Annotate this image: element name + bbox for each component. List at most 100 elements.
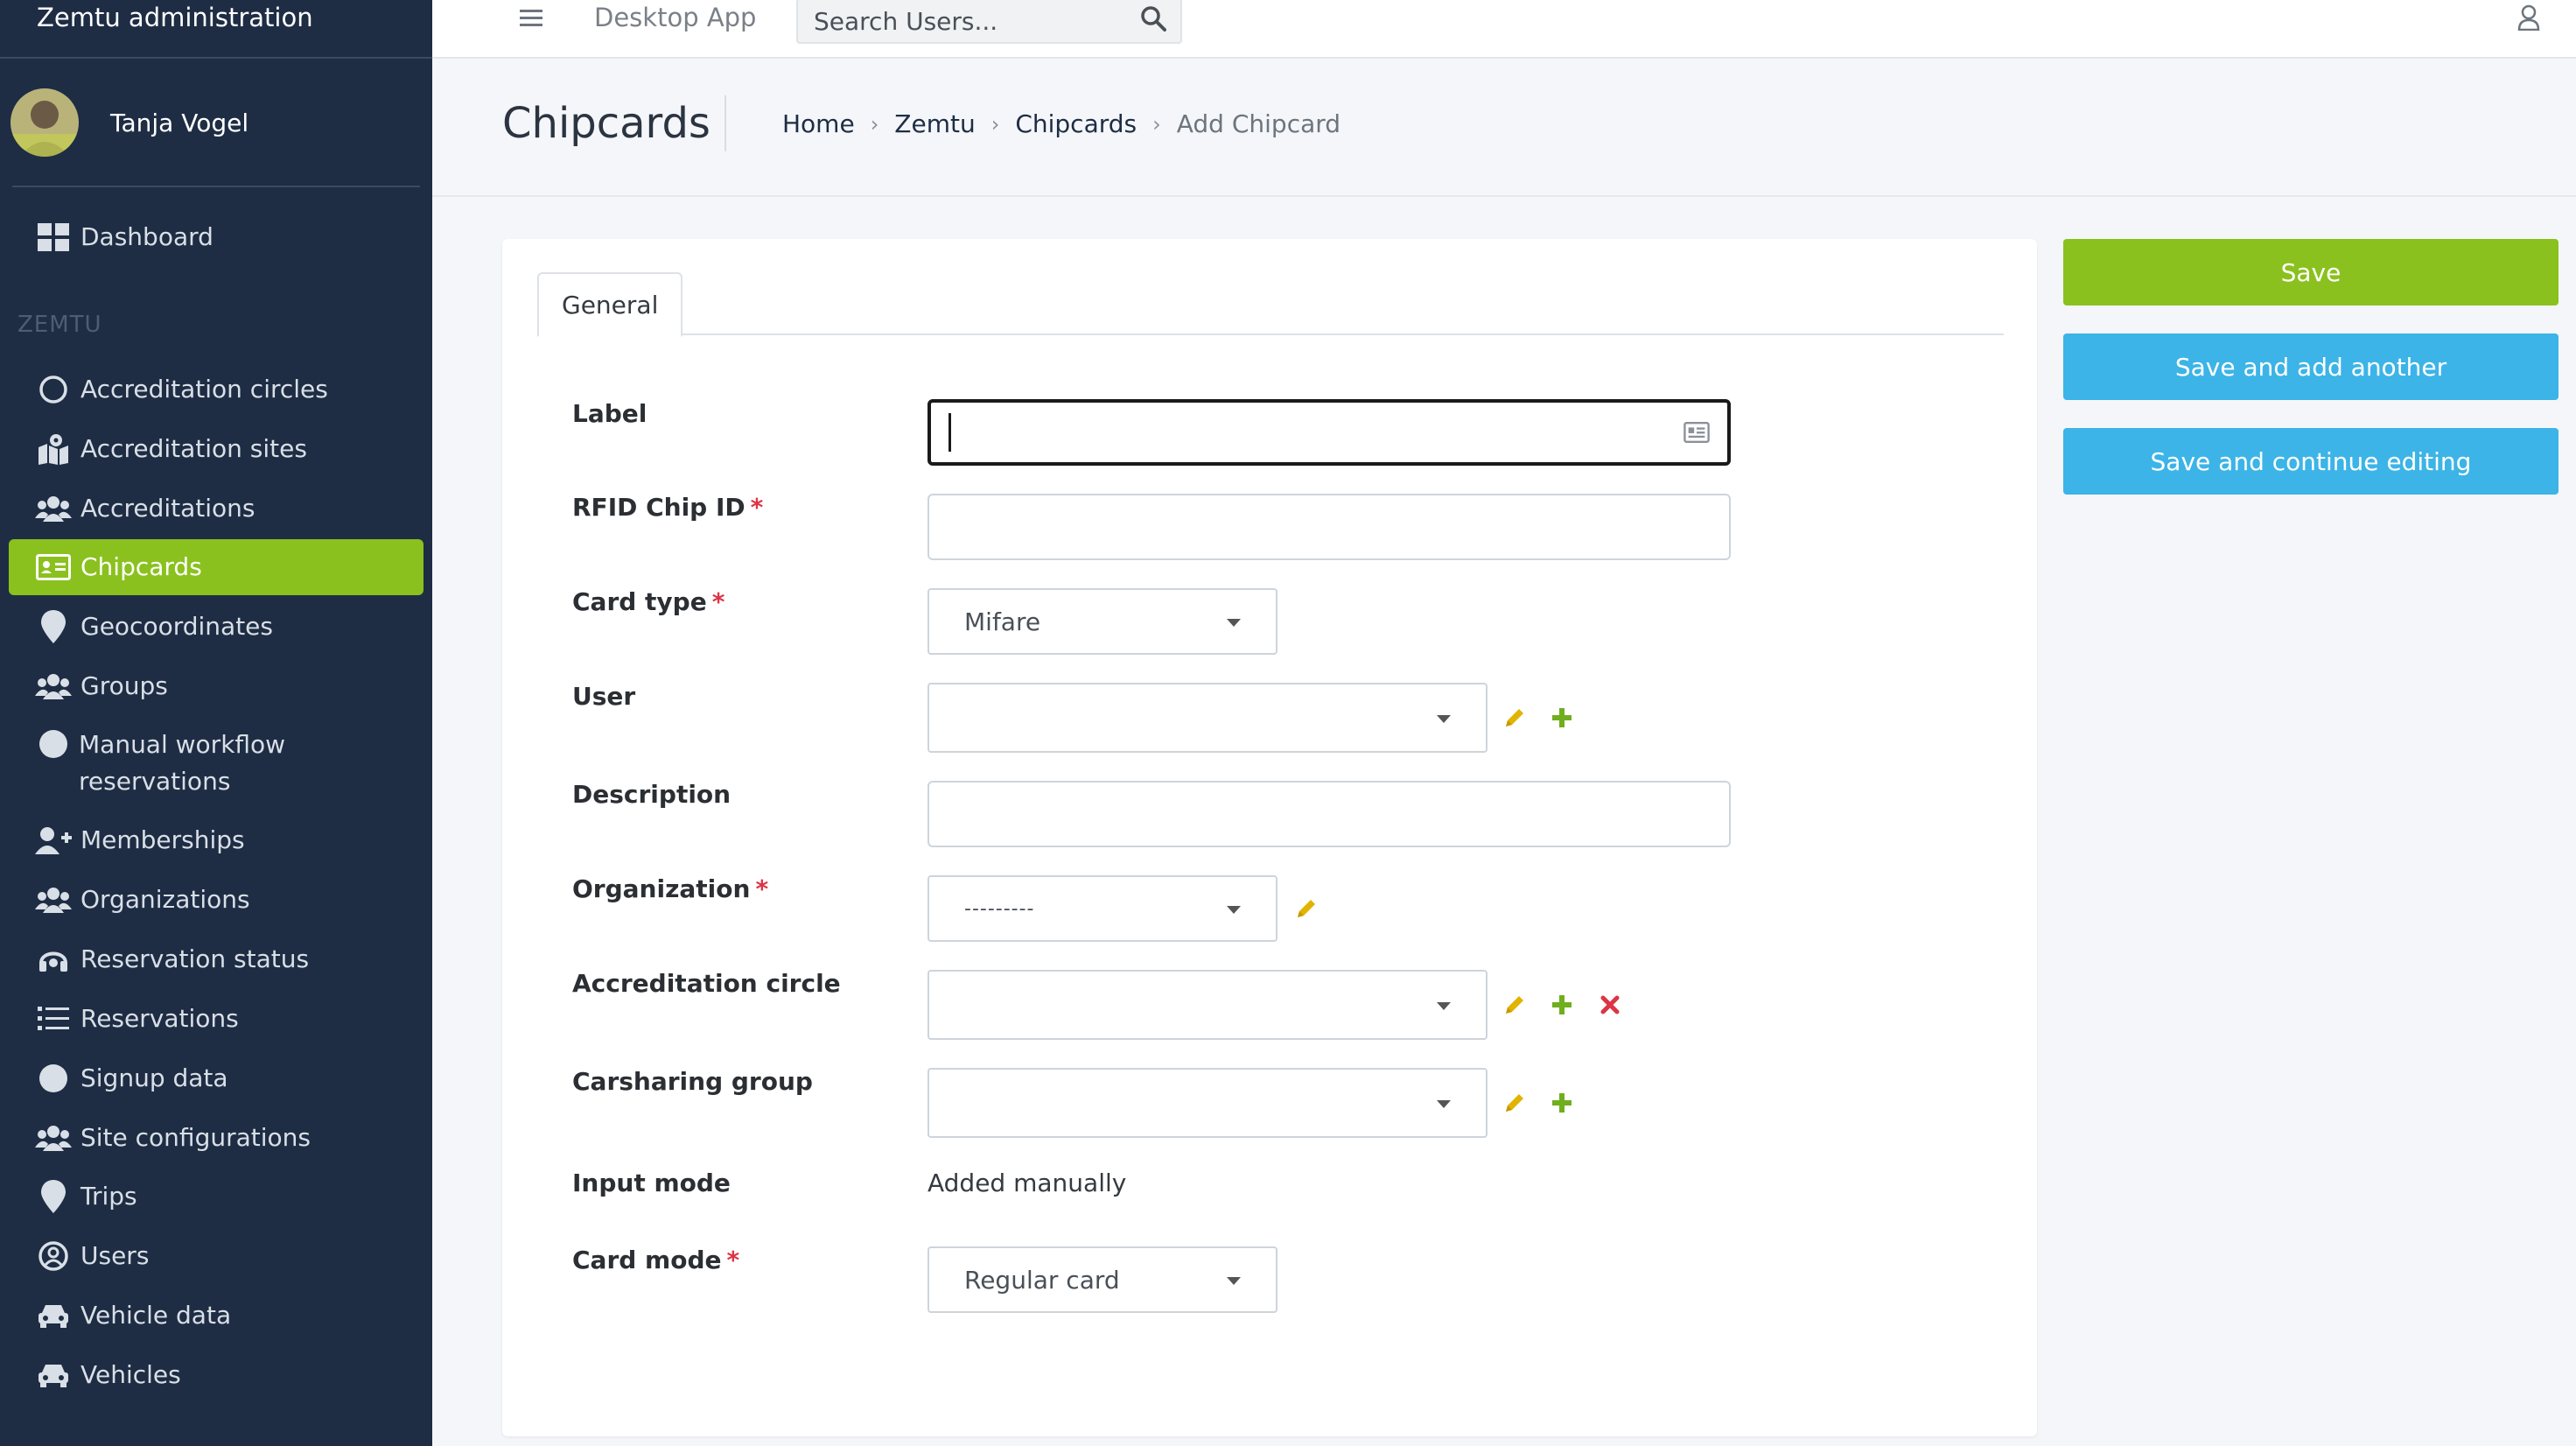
content-header: Chipcards Home › Zemtu › Chipcards › Add… xyxy=(432,60,2576,197)
top-navbar: Desktop App xyxy=(432,0,2576,59)
sidebar-item-label-line2: reservations xyxy=(79,767,231,796)
accreditation-circle-field-label: Accreditation circle xyxy=(572,969,841,998)
search-input[interactable] xyxy=(798,0,1130,42)
chevron-down-icon xyxy=(1227,906,1241,914)
user-menu-button[interactable] xyxy=(2513,4,2544,35)
save-and-continue-editing-button[interactable]: Save and continue editing xyxy=(2063,428,2558,495)
chevron-down-icon xyxy=(1437,1100,1451,1108)
sidebar-item-label: Organizations xyxy=(80,885,250,914)
map-marked-icon xyxy=(35,432,72,467)
card-type-select[interactable]: Mifare xyxy=(928,588,1278,655)
search-icon xyxy=(1140,5,1166,35)
carsharing-group-select[interactable] xyxy=(928,1068,1488,1138)
sidebar-item-reservation-status[interactable]: Reservation status xyxy=(9,931,424,987)
sidebar-item-manual-workflow-reservations[interactable]: Manual workflow reservations xyxy=(9,718,424,800)
avatar[interactable] xyxy=(10,88,79,157)
sidebar-item-vehicles[interactable]: Vehicles xyxy=(9,1347,424,1403)
organization-select[interactable]: --------- xyxy=(928,875,1278,942)
breadcrumb-separator: › xyxy=(870,111,879,137)
breadcrumb-separator: › xyxy=(1152,111,1161,137)
card-mode-value: Regular card xyxy=(964,1265,1120,1295)
sidebar-item-trips[interactable]: Trips xyxy=(9,1169,424,1225)
user-panel[interactable]: Tanja Vogel xyxy=(10,60,420,187)
car-icon xyxy=(35,1298,72,1333)
sidebar-item-label: Vehicle data xyxy=(80,1301,232,1330)
sidebar-item-label: Dashboard xyxy=(80,222,214,251)
organization-field-label: Organization * xyxy=(572,874,769,903)
sidebar-item-label: Accreditations xyxy=(80,494,256,523)
user-circle-icon xyxy=(35,1239,72,1274)
user-select[interactable] xyxy=(928,683,1488,753)
chevron-down-icon xyxy=(1227,1277,1241,1285)
breadcrumb-zemtu[interactable]: Zemtu xyxy=(894,109,975,138)
chevron-down-icon xyxy=(1227,619,1241,627)
users-icon xyxy=(35,669,72,704)
rfid-chip-id-input[interactable] xyxy=(928,494,1731,560)
edit-carsharing-group-pencil-icon[interactable] xyxy=(1502,1090,1528,1116)
add-user-plus-icon[interactable] xyxy=(1549,705,1575,731)
sidebar-item-accreditation-sites[interactable]: Accreditation sites xyxy=(9,421,424,477)
app-title: Zemtu administration xyxy=(37,3,313,32)
sidebar-item-label: Geocoordinates xyxy=(80,612,273,641)
sidebar-item-label: Users xyxy=(80,1241,150,1270)
form-tabs: General xyxy=(537,272,2004,337)
card-type-field-label: Card type * xyxy=(572,587,725,616)
user-plus-icon xyxy=(35,823,72,858)
description-input[interactable] xyxy=(928,781,1731,847)
sidebar-item-signup-data[interactable]: Signup data xyxy=(9,1050,424,1106)
add-accreditation-circle-plus-icon[interactable] xyxy=(1549,992,1575,1018)
sidebar-item-label: Vehicles xyxy=(80,1360,181,1389)
sidebar-item-label: Reservations xyxy=(80,1004,239,1033)
add-carsharing-group-plus-icon[interactable] xyxy=(1549,1090,1575,1116)
sidebar-item-accreditations[interactable]: Accreditations xyxy=(9,481,424,537)
chevron-down-icon xyxy=(1437,715,1451,723)
sidebar-item-reservations[interactable]: Reservations xyxy=(9,991,424,1047)
sidebar-item-vehicle-data[interactable]: Vehicle data xyxy=(9,1288,424,1344)
breadcrumb-chipcards[interactable]: Chipcards xyxy=(1015,109,1137,138)
label-input[interactable] xyxy=(928,399,1731,466)
desktop-app-link[interactable]: Desktop App xyxy=(594,2,756,33)
sidebar-item-label: Site configurations xyxy=(80,1123,311,1152)
user-name[interactable]: Tanja Vogel xyxy=(110,109,248,137)
sidebar-item-organizations[interactable]: Organizations xyxy=(9,872,424,928)
sidebar-item-geocoordinates[interactable]: Geocoordinates xyxy=(9,599,424,655)
sidebar-item-dashboard[interactable]: Dashboard xyxy=(9,209,424,265)
page-title: Chipcards xyxy=(502,99,710,148)
card-mode-select[interactable]: Regular card xyxy=(928,1246,1278,1313)
sidebar-item-label: Signup data xyxy=(80,1063,228,1092)
users-icon xyxy=(35,491,72,526)
brand[interactable]: Zemtu administration xyxy=(0,0,432,59)
hamburger-menu-icon[interactable] xyxy=(516,4,546,33)
rfid-field-label: RFID Chip ID * xyxy=(572,493,764,522)
accreditation-circle-select[interactable] xyxy=(928,970,1488,1040)
user-icon xyxy=(2517,4,2540,34)
delete-accreditation-circle-x-icon[interactable] xyxy=(1597,992,1623,1018)
search-box xyxy=(796,0,1182,44)
organization-value: --------- xyxy=(964,897,1035,920)
sidebar: Zemtu administration Tanja Vogel Dashboa… xyxy=(0,0,432,1446)
sidebar-item-site-configurations[interactable]: Site configurations xyxy=(9,1110,424,1166)
sidebar-item-chipcards[interactable]: Chipcards xyxy=(9,539,424,595)
edit-organization-pencil-icon[interactable] xyxy=(1293,895,1320,922)
save-and-add-another-button[interactable]: Save and add another xyxy=(2063,333,2558,400)
circle-filled-icon xyxy=(35,1061,72,1096)
chipcard-form-card: General Label RFID Chip ID * Card type * M… xyxy=(502,239,2037,1436)
sidebar-item-groups[interactable]: Groups xyxy=(9,658,424,714)
circle-filled-icon xyxy=(35,727,72,762)
label-field-label: Label xyxy=(572,399,648,428)
tab-general[interactable]: General xyxy=(537,272,683,337)
save-button[interactable]: Save xyxy=(2063,239,2558,305)
breadcrumb: Home › Zemtu › Chipcards › Add Chipcard xyxy=(782,109,1340,138)
description-field-label: Description xyxy=(572,780,732,809)
search-button[interactable] xyxy=(1137,4,1170,37)
sidebar-item-accreditation-circles[interactable]: Accreditation circles xyxy=(9,362,424,418)
sidebar-item-memberships[interactable]: Memberships xyxy=(9,812,424,868)
breadcrumb-home[interactable]: Home xyxy=(782,109,855,138)
input-mode-field-label: Input mode xyxy=(572,1169,731,1197)
card-type-value: Mifare xyxy=(964,607,1041,636)
sidebar-item-users[interactable]: Users xyxy=(9,1228,424,1284)
edit-user-pencil-icon[interactable] xyxy=(1502,705,1528,731)
sidebar-item-label: Groups xyxy=(80,671,168,700)
edit-accreditation-circle-pencil-icon[interactable] xyxy=(1502,992,1528,1018)
sidebar-section-header: ZEMTU xyxy=(18,312,102,338)
